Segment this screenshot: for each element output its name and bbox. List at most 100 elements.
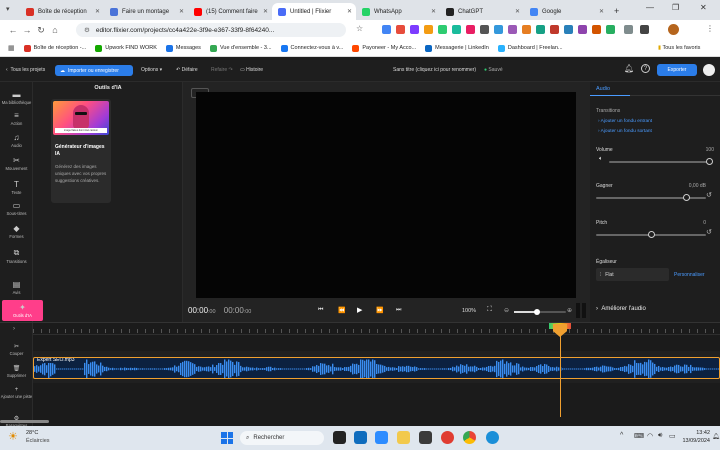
- export-button[interactable]: Exporter: [657, 64, 697, 76]
- zoom-percent[interactable]: 100%: [462, 308, 476, 314]
- extension-icon[interactable]: [424, 25, 433, 34]
- bookmark-item[interactable]: Vue d'ensemble - 3...: [209, 44, 272, 52]
- tray-chevron-icon[interactable]: ^: [620, 432, 623, 439]
- nav-item-sous-titres[interactable]: ▭ Sous-titres: [0, 201, 33, 216]
- taskbar-search[interactable]: ⌕ Rechercher: [240, 431, 324, 445]
- step-back-icon[interactable]: ⏪: [338, 307, 345, 314]
- browser-tab[interactable]: Google ✕: [524, 3, 608, 20]
- extension-icon[interactable]: [396, 25, 405, 34]
- task-view-icon[interactable]: [333, 431, 346, 444]
- back-to-projects-button[interactable]: ‹ Tous les projets: [6, 67, 45, 73]
- extension-icon[interactable]: [480, 25, 489, 34]
- new-tab-button[interactable]: +: [614, 6, 619, 16]
- home-icon[interactable]: ⌂: [48, 25, 62, 35]
- pitch-slider-handle[interactable]: [647, 231, 655, 238]
- tab-close-icon[interactable]: ✕: [515, 8, 520, 15]
- reload-icon[interactable]: ↻: [34, 25, 48, 36]
- store-icon[interactable]: [419, 431, 432, 444]
- clock-time[interactable]: 13:42: [684, 430, 710, 436]
- nav-item-outils-d-ia[interactable]: ✦ Outils d'IA: [2, 300, 43, 321]
- back-icon[interactable]: ←: [6, 25, 20, 35]
- bookmark-item[interactable]: Payoneer - My Acco...: [352, 44, 416, 52]
- volume-slider-handle[interactable]: [705, 158, 713, 165]
- battery-icon[interactable]: ▭: [669, 432, 676, 440]
- office-icon[interactable]: [441, 431, 454, 444]
- extension-icon[interactable]: [536, 25, 545, 34]
- bookmark-item[interactable]: Messages: [165, 44, 201, 52]
- extension-icon[interactable]: [438, 25, 447, 34]
- timeline-tool-0[interactable]: ✂ Couper: [0, 343, 33, 356]
- undo-button[interactable]: ↶ Défaire: [176, 67, 198, 73]
- minimize-button[interactable]: —: [646, 3, 654, 12]
- browser-tab[interactable]: Faire un montage ✕: [104, 3, 188, 20]
- browser-tab[interactable]: Boîte de réception ✕: [20, 3, 104, 20]
- extension-icon[interactable]: [522, 25, 531, 34]
- url-field[interactable]: ⚙ editor.flixier.com/projects/cc4a422e-3…: [76, 23, 346, 37]
- user-avatar[interactable]: [703, 64, 715, 76]
- equalizer-customize-link[interactable]: Personnaliser: [674, 272, 705, 278]
- clock-date[interactable]: 13/09/2024: [680, 438, 710, 444]
- tab-close-icon[interactable]: ✕: [95, 8, 100, 15]
- extension-icon[interactable]: [578, 25, 587, 34]
- skip-to-start-icon[interactable]: ⏮: [318, 307, 323, 314]
- step-forward-icon[interactable]: ⏩: [376, 307, 383, 314]
- puzzle-icon[interactable]: [624, 25, 633, 34]
- bookmark-item[interactable]: Dashboard | Freelan...: [497, 44, 563, 52]
- chrome-icon[interactable]: [463, 431, 476, 444]
- nav-item-audio[interactable]: ♫ Audio: [0, 133, 33, 148]
- timeline-tool-1[interactable]: 🗑 Supprimer: [0, 365, 33, 378]
- browser-tab[interactable]: ChatGPT ✕: [440, 3, 524, 20]
- add-fade-out-link[interactable]: › Ajouter un fondu sortant: [598, 129, 652, 134]
- video-canvas[interactable]: [196, 92, 576, 298]
- notifications-icon[interactable]: 🔔︎: [624, 64, 634, 73]
- tab-search-icon[interactable]: ▾: [6, 5, 10, 13]
- browser-tab[interactable]: (15) Comment faire ✕: [188, 3, 272, 20]
- history-button[interactable]: ▭ Histoire: [240, 67, 263, 73]
- close-window-button[interactable]: ✕: [700, 3, 707, 12]
- edge-icon[interactable]: [486, 431, 499, 444]
- start-button[interactable]: [221, 432, 233, 444]
- help-icon[interactable]: ?: [641, 64, 650, 73]
- extension-icon[interactable]: [494, 25, 503, 34]
- bookmark-item[interactable]: Boîte de réception -...: [23, 44, 86, 52]
- file-explorer-icon[interactable]: [397, 431, 410, 444]
- project-title[interactable]: Sans titre (cliquez ici pour renommer): [393, 67, 476, 73]
- speaker-icon[interactable]: 🔈︎: [599, 156, 603, 163]
- zoom-out-icon[interactable]: ⊖: [504, 307, 509, 314]
- downloads-icon[interactable]: [640, 25, 649, 34]
- menu-kebab-icon[interactable]: ⋮: [706, 24, 714, 33]
- add-fade-in-link[interactable]: › Ajouter un fondu entrant: [598, 119, 652, 124]
- reset-gain-icon[interactable]: ↺: [706, 191, 712, 199]
- extension-icon[interactable]: [382, 25, 391, 34]
- extension-icon[interactable]: [410, 25, 419, 34]
- language-icon[interactable]: ⌨: [634, 432, 644, 440]
- collapse-timeline-icon[interactable]: ›: [13, 326, 15, 332]
- extension-icon[interactable]: [550, 25, 559, 34]
- nav-item-mouvement[interactable]: ✂ Mouvement: [0, 156, 33, 171]
- apps-icon[interactable]: ▦: [8, 44, 15, 52]
- tab-audio[interactable]: Audio: [590, 82, 720, 96]
- skip-to-end-icon[interactable]: ⏭: [396, 307, 401, 314]
- reset-pitch-icon[interactable]: ↺: [706, 228, 712, 236]
- extension-icon[interactable]: [466, 25, 475, 34]
- tab-close-icon[interactable]: ✕: [263, 8, 268, 15]
- timeline-tool-2[interactable]: + Ajouter une piste: [0, 387, 33, 399]
- extension-icon[interactable]: [606, 25, 615, 34]
- weather-icon[interactable]: ☀: [8, 430, 18, 443]
- nav-item-formes[interactable]: ◆ Formes: [0, 224, 33, 239]
- bookmark-item[interactable]: Upwork FIND WORK: [95, 44, 157, 52]
- options-menu[interactable]: Options ▾: [141, 67, 162, 73]
- forward-icon[interactable]: →: [20, 25, 34, 35]
- site-info-icon[interactable]: ⚙: [84, 26, 90, 34]
- audio-clip[interactable]: Expert SEO.mp3: [33, 357, 720, 379]
- bookmark-item[interactable]: Connectez-vous à v...: [280, 44, 343, 52]
- browser-tab[interactable]: WhatsApp ✕: [356, 3, 440, 20]
- notification-bell-icon[interactable]: 🔔︎: [712, 433, 720, 440]
- profile-avatar[interactable]: [668, 24, 679, 35]
- redo-button[interactable]: Refaire ↷: [211, 67, 233, 73]
- all-bookmarks-link[interactable]: ▮ Tous les favoris: [658, 45, 700, 51]
- nav-item-avis[interactable]: ▤ Avis: [0, 280, 33, 295]
- nav-item-ma-bibliothèque[interactable]: ▬ Ma bibliothèque: [0, 90, 33, 105]
- equalizer-preset-select[interactable]: ⫶ Flat: [596, 268, 669, 281]
- tab-close-icon[interactable]: ✕: [599, 8, 604, 15]
